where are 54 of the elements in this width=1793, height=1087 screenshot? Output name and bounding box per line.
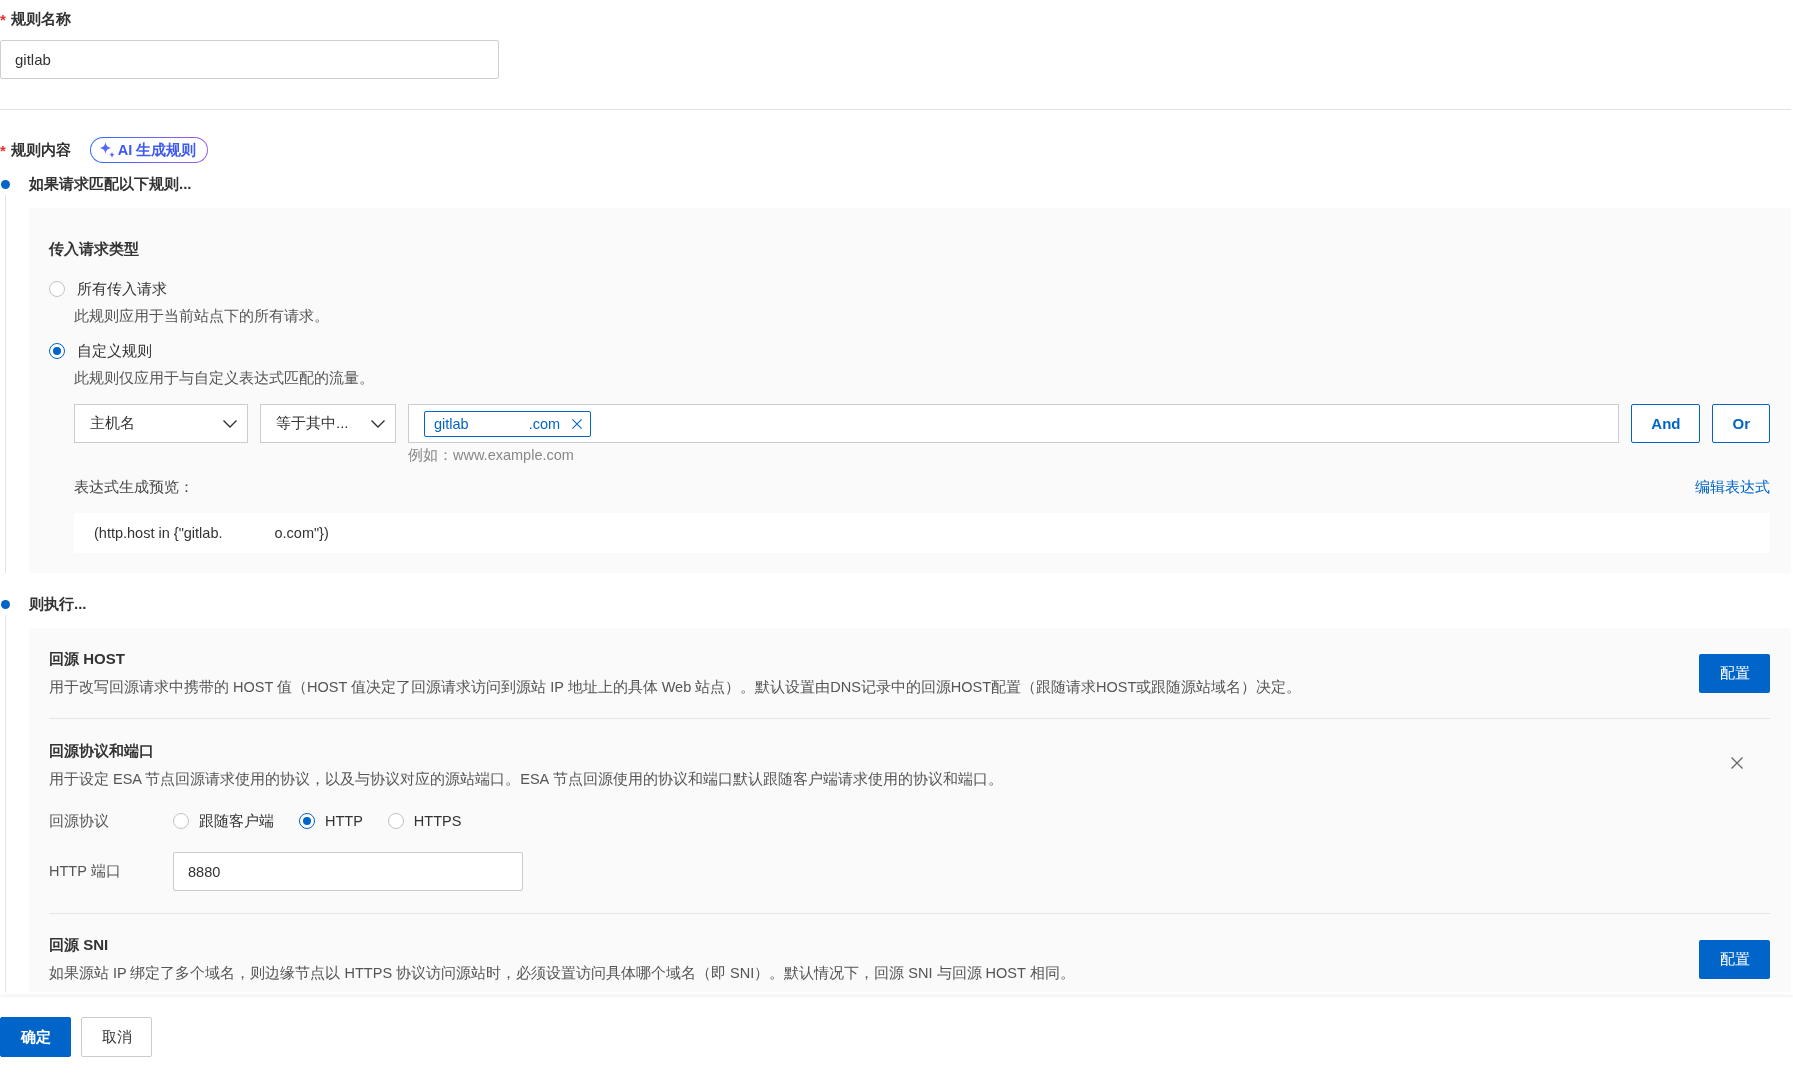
value-tag[interactable]: gitlab .com: [424, 410, 592, 437]
radio-button[interactable]: [387, 813, 404, 829]
ai-generate-button[interactable]: AI 生成规则: [89, 137, 209, 163]
field-label: HTTP 端口: [49, 862, 122, 881]
radio-button[interactable]: [173, 813, 189, 829]
step-heading: 如果请求匹配以下规则...: [29, 174, 193, 194]
option-description: 此规则仅应用于与自定义表达式匹配的流量。: [74, 369, 375, 388]
required-asterisk: *: [0, 141, 6, 159]
field-label: 回源协议: [49, 811, 110, 831]
item-title: 回源 SNI: [49, 935, 110, 955]
item-description: 如果源站 IP 绑定了多个域名，则边缘节点以 HTTPS 协议访问源站时，必须设置访问具体哪个域名（即 SNI）。默认情况下，回源 SNI 与回源 HOST 相同。: [49, 964, 1076, 983]
item-description: 用于改写回源请求中携带的 HOST 值（HOST 值决定了回源请求访问到源站 IP 地址上的具体 Web 站点）。默认设置由DNS记录中的回源HOST配置（跟随请求HOST或跟随源站域名）决定。: [49, 678, 1303, 697]
field-label: 表达式生成预览：: [74, 478, 194, 497]
tag-text: .com: [528, 415, 561, 432]
step-heading: 则执行...: [29, 594, 88, 614]
input-hint: 例如：www.example.com: [408, 446, 575, 464]
field-label: 规则内容: [10, 140, 71, 160]
radio-label[interactable]: 跟随客户端: [199, 811, 274, 831]
operator-button[interactable]: Or: [1712, 404, 1770, 443]
expression-text: (http.host in {"gitlab.: [94, 525, 223, 541]
tag-input-field[interactable]: gitlab .com: [408, 404, 1620, 443]
cancel-button[interactable]: 取消: [81, 1017, 152, 1057]
radio-label[interactable]: 所有传入请求: [77, 279, 167, 299]
item-title: 回源 HOST: [49, 649, 126, 669]
operator-button[interactable]: And: [1631, 404, 1701, 443]
field-label: 规则名称: [10, 9, 71, 29]
text-input[interactable]: gitlab: [0, 40, 499, 79]
configure-button[interactable]: 配置: [1699, 939, 1770, 979]
expression-text: o.com"}): [274, 525, 329, 541]
sparkle-icon: [98, 142, 115, 158]
item-description: 用于设定 ESA 节点回源请求使用的协议，以及与协议对应的源站端口。ESA 节点回源使用的协议和端口默认跟随客户端请求使用的协议和端口。: [49, 770, 1004, 789]
text-input[interactable]: 8880: [173, 852, 523, 891]
close-icon[interactable]: [1731, 757, 1743, 769]
step-dot-icon: [1, 600, 10, 609]
radio-button[interactable]: [299, 813, 315, 829]
select-field[interactable]: 主机名: [74, 404, 248, 443]
chevron-down-icon: [223, 419, 237, 428]
close-icon[interactable]: [572, 418, 583, 429]
chevron-down-icon: [371, 419, 385, 428]
radio-button[interactable]: [49, 343, 65, 359]
select-field[interactable]: 等于其中...: [260, 404, 396, 443]
configure-button[interactable]: 配置: [1699, 653, 1770, 693]
tag-text: gitlab: [434, 415, 469, 432]
edit-expression-link[interactable]: 编辑表达式: [1695, 476, 1770, 498]
radio-label[interactable]: 自定义规则: [77, 341, 152, 361]
step-dot-icon: [1, 180, 10, 189]
item-title: 回源协议和端口: [49, 741, 155, 761]
required-asterisk: *: [0, 10, 6, 28]
radio-label[interactable]: HTTP: [325, 813, 363, 829]
radio-button[interactable]: [49, 281, 65, 297]
section-title: 传入请求类型: [49, 239, 140, 259]
option-description: 此规则应用于当前站点下的所有请求。: [74, 307, 330, 326]
submit-button[interactable]: 确定: [0, 1017, 71, 1057]
radio-label[interactable]: HTTPS: [413, 813, 462, 829]
